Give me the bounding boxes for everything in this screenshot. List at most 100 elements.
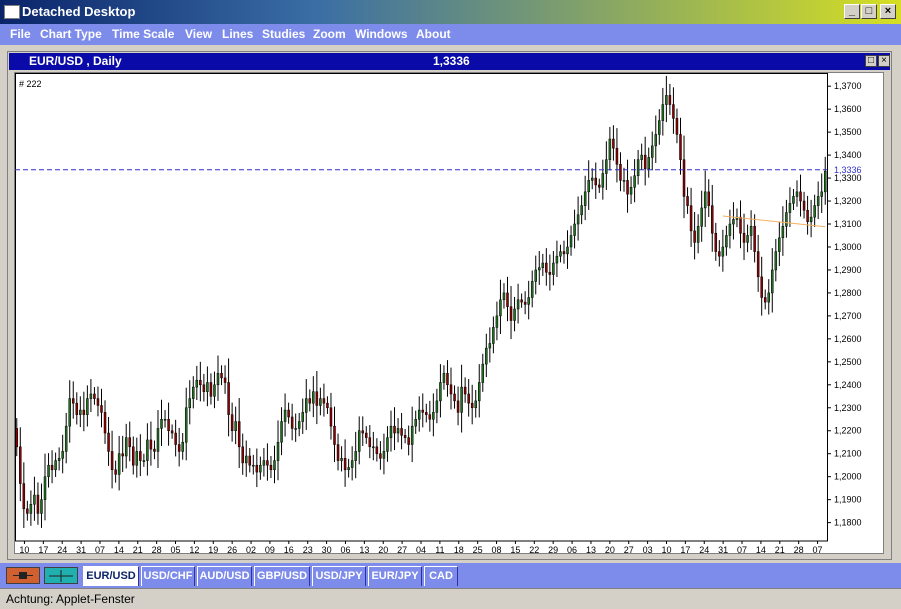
candle-body bbox=[714, 232, 718, 252]
candle-body bbox=[110, 451, 114, 471]
menu-lines[interactable]: Lines bbox=[222, 27, 253, 41]
x-tick-label: 20 bbox=[378, 545, 388, 553]
candle-body bbox=[312, 391, 315, 404]
candle-body bbox=[439, 382, 442, 402]
candle-body bbox=[640, 154, 643, 160]
crosshair-icon[interactable] bbox=[44, 567, 78, 584]
x-tick-label: 21 bbox=[775, 545, 785, 553]
candle-body bbox=[188, 398, 192, 409]
candlestick-chart[interactable]: # 222 1,37001,36001,35001,34001,33001,320… bbox=[15, 73, 883, 553]
tab-eur-jpy[interactable]: EUR/JPY bbox=[368, 566, 422, 586]
candle-body bbox=[725, 235, 728, 248]
candle-body bbox=[174, 432, 177, 445]
candle-body bbox=[813, 205, 816, 218]
window-title: Detached Desktop bbox=[22, 4, 136, 19]
tab-eur-usd[interactable]: EUR/USD bbox=[83, 566, 139, 586]
tab-cad[interactable]: CAD bbox=[424, 566, 458, 586]
chart-symbol-label: EUR/USD , Daily bbox=[29, 54, 122, 68]
candle-body bbox=[795, 191, 799, 197]
tab-aud-usd[interactable]: AUD/USD bbox=[197, 566, 252, 586]
candle-body bbox=[347, 467, 350, 471]
symbol-tab-bar: EUR/USD USD/CHF AUD/USD GBP/USD USD/JPY … bbox=[0, 563, 901, 588]
candle-body bbox=[728, 223, 732, 236]
candle-body bbox=[799, 191, 802, 202]
candle-body bbox=[273, 460, 276, 471]
candle-body bbox=[718, 251, 721, 257]
candle-body bbox=[266, 460, 269, 466]
x-tick-label: 28 bbox=[152, 545, 162, 553]
x-tick-label: 25 bbox=[473, 545, 483, 553]
x-tick-label: 04 bbox=[416, 545, 426, 553]
menu-windows[interactable]: Windows bbox=[355, 27, 408, 41]
candle-body bbox=[643, 154, 647, 170]
plot-area[interactable]: # 222 1,3700 1,3600 1,3500 1,3400 1,3300 1,320… bbox=[14, 72, 884, 554]
candle-body bbox=[54, 460, 57, 471]
candle-body bbox=[64, 425, 68, 452]
candle-body bbox=[693, 230, 696, 243]
candle-body bbox=[248, 455, 252, 466]
y-tick-label: 1,3600 bbox=[834, 104, 862, 114]
candle-body bbox=[711, 205, 714, 234]
candle-body bbox=[672, 104, 675, 119]
candle-body bbox=[753, 226, 756, 252]
candle-body bbox=[163, 419, 167, 421]
candle-body bbox=[294, 428, 297, 430]
candle-body bbox=[315, 391, 319, 406]
candle-body bbox=[100, 405, 103, 413]
candle-body bbox=[287, 409, 290, 418]
y-tick-label: 1,2100 bbox=[834, 449, 862, 459]
candle-body bbox=[209, 382, 213, 397]
menu-view[interactable]: View bbox=[185, 27, 212, 41]
candle-body bbox=[75, 402, 79, 415]
candle-body bbox=[774, 251, 778, 271]
detach-icon[interactable] bbox=[6, 567, 40, 584]
candle-body bbox=[319, 398, 322, 406]
candle-body bbox=[326, 402, 329, 409]
tab-gbp-usd[interactable]: GBP/USD bbox=[254, 566, 310, 586]
candle-body bbox=[241, 446, 244, 464]
candle-body bbox=[668, 95, 672, 105]
x-tick-label: 08 bbox=[492, 545, 502, 553]
menu-zoom[interactable]: Zoom bbox=[313, 27, 346, 41]
candle-body bbox=[516, 299, 520, 310]
candle-body bbox=[756, 251, 760, 278]
tab-usd-jpy[interactable]: USD/JPY bbox=[312, 566, 366, 586]
x-tick-label: 19 bbox=[208, 545, 218, 553]
menu-chart-type[interactable]: Chart Type bbox=[40, 27, 102, 41]
candle-body bbox=[527, 297, 530, 305]
candle-body bbox=[739, 216, 742, 234]
y-tick-label: 1,3100 bbox=[834, 219, 862, 229]
menu-studies[interactable]: Studies bbox=[262, 27, 305, 41]
candle-body bbox=[350, 460, 354, 468]
candle-body bbox=[460, 386, 463, 413]
candle-body bbox=[594, 177, 598, 186]
candle-body bbox=[86, 398, 89, 415]
candle-body bbox=[823, 170, 827, 193]
bar-count-label: # 222 bbox=[19, 79, 42, 89]
y-tick-label: 1,2300 bbox=[834, 403, 862, 413]
tab-usd-chf[interactable]: USD/CHF bbox=[141, 566, 195, 586]
close-button[interactable]: × bbox=[880, 4, 896, 19]
x-tick-label: 13 bbox=[586, 545, 596, 553]
x-tick-label: 31 bbox=[718, 545, 728, 553]
candle-body bbox=[559, 251, 562, 257]
menu-file[interactable]: File bbox=[10, 27, 31, 41]
maximize-button[interactable]: □ bbox=[861, 4, 877, 19]
candle-body bbox=[569, 235, 573, 248]
candle-body bbox=[785, 212, 788, 227]
minimize-button[interactable]: _ bbox=[844, 4, 860, 19]
menu-about[interactable]: About bbox=[416, 27, 451, 41]
candle-body bbox=[410, 425, 414, 445]
y-tick-label: 1,2900 bbox=[834, 265, 862, 275]
candle-body bbox=[485, 347, 488, 365]
candle-body bbox=[633, 175, 636, 188]
x-tick-label: 29 bbox=[548, 545, 558, 553]
candle-body bbox=[357, 430, 361, 452]
x-tick-label: 06 bbox=[340, 545, 350, 553]
menu-time-scale[interactable]: Time Scale bbox=[112, 27, 174, 41]
chart-restore-button[interactable]: □ bbox=[865, 55, 877, 67]
chart-close-button[interactable]: × bbox=[878, 55, 890, 67]
candle-body bbox=[400, 428, 403, 436]
candle-body bbox=[763, 297, 767, 303]
candle-body bbox=[403, 435, 407, 438]
